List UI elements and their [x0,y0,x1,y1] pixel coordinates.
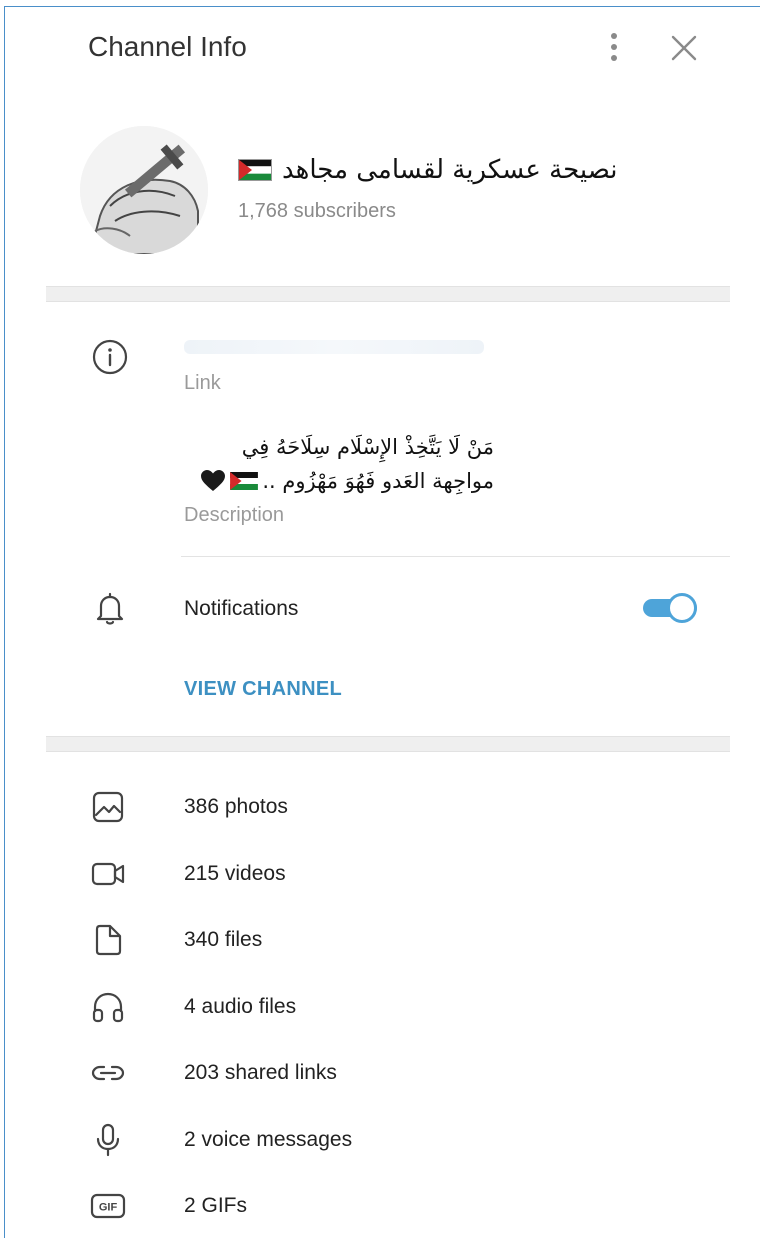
more-vertical-icon [611,33,617,61]
channel-link-value[interactable] [184,340,484,354]
microphone-icon-wrap [88,1120,128,1160]
media-item-videos[interactable]: 215 videos [60,848,700,900]
black-heart-icon [201,470,226,491]
svg-text:GIF: GIF [99,1202,118,1214]
media-item-label: 386 photos [184,795,288,818]
channel-name-text: نصيحة عسكرية لقسامى مجاهد [282,155,618,185]
microphone-icon [96,1123,120,1157]
file-icon [95,924,122,956]
photo-icon [92,791,124,823]
bell-icon-wrap [90,588,130,628]
palestine-flag-icon [238,159,272,181]
info-icon [92,339,128,375]
media-item-files[interactable]: 340 files [60,914,700,966]
notifications-toggle[interactable] [643,592,697,624]
bell-icon [96,592,124,625]
panel-title: Channel Info [88,31,247,62]
media-item-gifs[interactable]: GIF 2 GIFs [60,1180,700,1232]
divider [181,556,730,557]
video-icon [91,862,125,886]
section-separator [46,286,730,302]
gif-icon: GIF [90,1193,126,1219]
link-icon [91,1065,125,1081]
description-line-2-wrap: مواجِهة العَدو فَهُوَ مَهْزُوم .. [184,464,494,498]
channel-avatar[interactable] [80,126,208,254]
close-button[interactable] [668,31,700,65]
avatar-image [80,126,208,254]
notifications-label: Notifications [184,597,299,620]
media-item-label: 203 shared links [184,1061,337,1084]
headphones-icon-wrap [88,987,128,1027]
media-item-photos[interactable]: 386 photos [60,781,700,833]
toggle-knob [667,593,697,623]
close-icon [671,35,697,61]
section-separator [46,736,730,752]
more-options-button[interactable] [601,31,627,65]
link-icon-wrap [88,1053,128,1093]
description-label: Description [184,504,285,526]
video-icon-wrap [88,854,128,894]
media-item-voice[interactable]: 2 voice messages [60,1114,700,1166]
channel-description: مَنْ لَا يَتَّخِذْ الإِسْلَام سِلَاحَهُ … [184,430,494,498]
media-item-audio[interactable]: 4 audio files [60,981,700,1033]
channel-name: نصيحة عسكرية لقسامى مجاهد [238,155,658,185]
description-line-1: مَنْ لَا يَتَّخِذْ الإِسْلَام سِلَاحَهُ … [241,435,494,459]
info-icon-wrap [90,337,130,377]
file-icon-wrap [88,920,128,960]
media-item-links[interactable]: 203 shared links [60,1047,700,1099]
view-channel-button[interactable]: VIEW CHANNEL [184,678,342,701]
link-label: Link [184,372,221,394]
subscriber-count: 1,768 subscribers [238,200,396,222]
headphones-icon [92,992,124,1023]
gif-icon-wrap: GIF [88,1186,128,1226]
media-item-label: 4 audio files [184,995,297,1018]
photo-icon-wrap [88,787,128,827]
description-line-2: مواجِهة العَدو فَهُوَ مَهْزُوم .. [262,469,494,493]
media-item-label: 2 voice messages [184,1128,353,1151]
media-item-label: 215 videos [184,862,286,885]
palestine-flag-icon [230,472,259,490]
media-item-label: 2 GIFs [184,1194,248,1217]
media-item-label: 340 files [184,928,263,951]
